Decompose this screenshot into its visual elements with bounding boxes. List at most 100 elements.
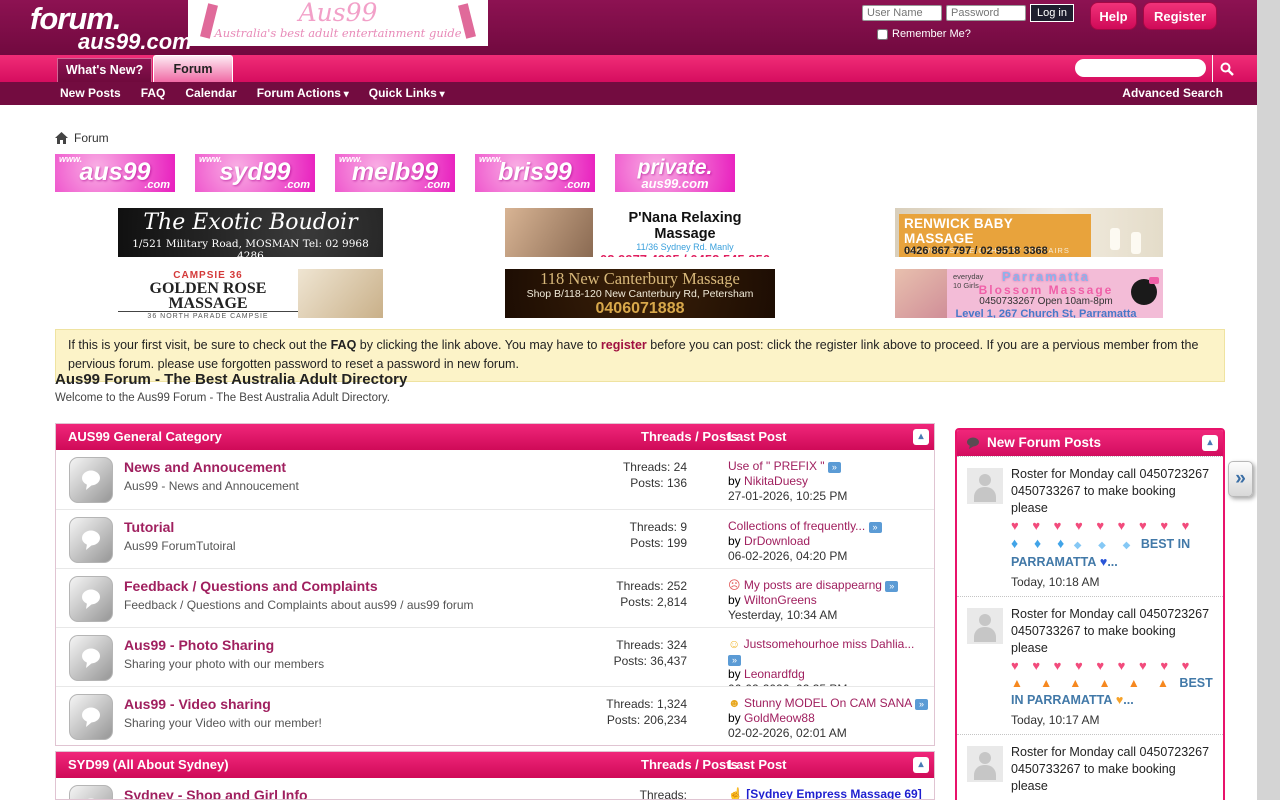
hearts-emoji-row: ♥ ♥ ♥ ♥ ♥ ♥ ♥ ♥ ♥	[1011, 657, 1215, 675]
last-post-author[interactable]: WiltonGreens	[744, 593, 817, 607]
forum-row: News and AnnoucementAus99 - News and Ann…	[56, 450, 934, 509]
banner-title: Aus99	[188, 0, 488, 26]
ad-phone: 0450733267 Open 10am-8pm	[951, 296, 1141, 308]
register-button[interactable]: Register	[1143, 2, 1217, 30]
thumbs-up-icon: ☝	[728, 787, 743, 800]
collapse-icon[interactable]	[913, 429, 929, 445]
ad-pnana-massage[interactable]: P'Nana Relaxing Massage 11/36 Sydney Rd.…	[505, 208, 775, 257]
forum-icon	[69, 576, 113, 622]
ad-name: RENWICK BABY MASSAGE	[904, 216, 1086, 246]
goto-last-post-icon[interactable]	[885, 581, 898, 592]
hearts-emoji-row: ♥ ♥ ♥ ♥ ♥ ♥ ♥ ♥ ♥	[1011, 517, 1215, 535]
forum-link[interactable]: Tutorial	[124, 519, 236, 535]
speech-bubble-icon	[79, 646, 103, 670]
site-logo-domain[interactable]: aus99.com	[78, 29, 192, 55]
forum-link[interactable]: Aus99 - Video sharing	[124, 696, 322, 712]
ad-name: P'Nana Relaxing Massage	[597, 210, 773, 242]
forum-desc: Aus99 ForumTutoiral	[124, 539, 236, 553]
banner-subtitle: Australia's best adult entertainment gui…	[188, 26, 488, 40]
nav-forum-actions[interactable]: Forum Actions	[257, 82, 349, 106]
speech-bubble-icon	[966, 437, 980, 450]
ad-phone: 0406071888	[505, 300, 775, 317]
help-button[interactable]: Help	[1090, 2, 1137, 30]
login-button[interactable]: Log in	[1030, 4, 1074, 22]
banner-syd99[interactable]: www. syd99 .com	[195, 154, 315, 192]
category-title[interactable]: SYD99 (All About Sydney)	[56, 757, 229, 772]
search-input[interactable]	[1075, 59, 1206, 77]
ad-exotic-boudoir[interactable]: The Exotic Boudoir 1/521 Military Road, …	[118, 208, 383, 257]
last-post-author[interactable]: Leonardfdg	[744, 667, 805, 681]
goto-last-post-icon[interactable]	[728, 655, 741, 666]
header-banner-ad[interactable]: Aus99 Australia's best adult entertainme…	[188, 0, 488, 46]
ad-renwick-baby-massage[interactable]: RENWICK BABY MASSAGE RENWICK ST LEICHHAR…	[895, 208, 1163, 257]
last-post-date: Yesterday, 10:34 AM	[728, 608, 928, 623]
breadcrumb-label[interactable]: Forum	[74, 131, 109, 145]
goto-last-post-icon[interactable]	[828, 462, 841, 473]
ad-phone: 0426 867 797 / 02 9518 3368	[904, 245, 1048, 257]
last-post-link[interactable]: Justsomehourhoe miss Dahlia...	[744, 637, 915, 651]
ad-address: 11/36 Sydney Rd. Manly	[597, 242, 773, 252]
ad-golden-rose-massage[interactable]: CAMPSIE 36 GOLDEN ROSE MASSAGE 36 NORTH …	[118, 269, 383, 318]
col-threads-posts: Threads / Posts	[641, 752, 738, 778]
banner-aus99[interactable]: www. aus99 .com	[55, 154, 175, 192]
post-time: Today, 10:17 AM	[1011, 713, 1215, 727]
sidebar-post[interactable]: Roster for Monday call 0450723267 045073…	[957, 456, 1223, 596]
nav-new-posts[interactable]: New Posts	[60, 82, 121, 106]
forum-link[interactable]: News and Annoucement	[124, 459, 299, 475]
last-post-link[interactable]: [Sydney Empress Massage 69]	[746, 787, 921, 800]
ad-118-new-canterbury-massage[interactable]: 118 New Canterbury Massage Shop B/118-12…	[505, 269, 775, 318]
forum-stats: Threads: 324Posts: 36,437	[557, 637, 687, 669]
goto-last-post-icon[interactable]	[869, 522, 882, 533]
banner-com: aus99.com	[615, 176, 735, 191]
nav-quick-links[interactable]: Quick Links	[369, 82, 445, 106]
last-post-author[interactable]: NikitaDuesy	[744, 474, 808, 488]
goto-last-post-icon[interactable]	[915, 699, 928, 710]
ad-address: Level 1, 267 Church St, Parramatta	[951, 308, 1141, 318]
forum-link[interactable]: Aus99 - Photo Sharing	[124, 637, 324, 653]
forum-icon	[69, 457, 113, 503]
banner-private-aus99[interactable]: private. aus99.com	[615, 154, 735, 192]
forum-link[interactable]: Sydney - Shop and Girl Info	[124, 787, 501, 800]
home-icon[interactable]	[55, 132, 68, 144]
remember-me-checkbox[interactable]	[877, 29, 888, 40]
last-post-link[interactable]: Stunny MODEL On CAM SANA	[744, 696, 912, 710]
password-field[interactable]	[946, 5, 1026, 21]
sidebar-post[interactable]: Roster for Monday call 0450723267 045073…	[957, 596, 1223, 734]
ad-phone: 02 9977 4995 / 0452 545 856	[597, 252, 773, 257]
category-title[interactable]: AUS99 General Category	[56, 429, 222, 444]
last-post-author[interactable]: DrDownload	[744, 534, 810, 548]
register-link[interactable]: register	[601, 338, 647, 352]
collapse-icon[interactable]	[1202, 435, 1218, 451]
last-post-link[interactable]: Use of " PREFIX "	[728, 459, 825, 473]
banner-bris99[interactable]: www. bris99 .com	[475, 154, 595, 192]
faq-link[interactable]: FAQ	[331, 338, 357, 352]
speech-bubble-icon	[79, 705, 103, 729]
page-subtitle: Welcome to the Aus99 Forum - The Best Au…	[55, 392, 390, 404]
username-field[interactable]	[862, 5, 942, 21]
collapse-icon[interactable]	[913, 757, 929, 773]
ad-address: 1/521 Military Road, MOSMAN Tel: 02 9968…	[118, 238, 383, 257]
ad-photo	[298, 269, 383, 318]
sidebar-post[interactable]: Roster for Monday call 0450723267 045073…	[957, 734, 1223, 800]
last-post-author[interactable]: GoldMeow88	[744, 711, 815, 725]
ad-blossom-massage[interactable]: everyday10 Girls Parramatta Blossom Mass…	[895, 269, 1163, 318]
new-forum-posts-panel: New Forum Posts Roster for Monday call 0…	[955, 428, 1225, 800]
ad-photo	[895, 269, 947, 318]
nav-calendar[interactable]: Calendar	[185, 82, 236, 106]
forum-stats: Threads: 252Posts: 2,814	[557, 578, 687, 610]
banner-melb99[interactable]: www. melb99 .com	[335, 154, 455, 192]
forum-desc: Feedback / Questions and Complaints abou…	[124, 598, 474, 612]
last-post-link[interactable]: Collections of frequently...	[728, 519, 865, 533]
forum-row: TutorialAus99 ForumTutoiral Threads: 9Po…	[56, 509, 934, 568]
advanced-search-link[interactable]: Advanced Search	[1122, 82, 1223, 105]
nav-faq[interactable]: FAQ	[141, 82, 166, 106]
smiley-face-icon: ☺	[728, 637, 740, 651]
forum-link[interactable]: Feedback / Questions and Complaints	[124, 578, 474, 594]
category-header: SYD99 (All About Sydney) Threads / Posts…	[56, 752, 934, 778]
last-post-link[interactable]: My posts are disappearng	[744, 578, 882, 592]
tab-forum[interactable]: Forum	[153, 55, 233, 82]
ad-logo	[1131, 279, 1157, 305]
tab-whats-new[interactable]: What's New?	[57, 58, 152, 82]
sidebar-expand-arrow[interactable]	[1228, 461, 1253, 497]
search-button[interactable]	[1212, 55, 1240, 82]
